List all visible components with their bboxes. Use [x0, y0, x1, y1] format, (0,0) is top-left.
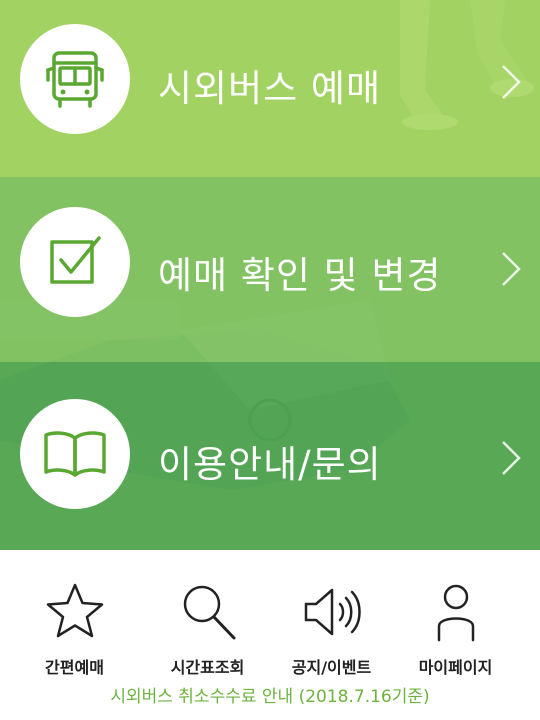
menu-label-reservation-check: 예매 확인 및 변경	[158, 254, 442, 297]
cancellation-fee-notice-link[interactable]: 시외버스 취소수수료 안내 (2018.7.16기준)	[0, 682, 540, 707]
toolbar-item-timetable[interactable]: 시간표조회	[140, 580, 275, 678]
toolbar-label: 간편예매	[45, 658, 104, 677]
person-icon	[437, 584, 474, 642]
bus-icon	[46, 51, 104, 108]
hero-menu: 시외버스 예매 예매 확인 및 변경 이용안내/문의	[0, 0, 540, 550]
toolbar-item-notice-event[interactable]: 공지/이벤트	[264, 580, 399, 678]
menu-icon-circle	[20, 24, 130, 134]
search-icon	[183, 585, 235, 640]
menu-label-guide-inquiry: 이용안내/문의	[158, 443, 382, 486]
menu-icon-circle	[20, 399, 130, 509]
menu-icon-circle	[20, 207, 130, 317]
checkbox-icon	[50, 236, 101, 284]
toolbar-label: 공지/이벤트	[291, 658, 372, 677]
star-icon	[46, 583, 103, 638]
toolbar-item-my-page[interactable]: 마이페이지	[388, 580, 523, 678]
chevron-right-icon	[502, 441, 521, 475]
menu-label-bus-reservation: 시외버스 예매	[158, 67, 382, 110]
chevron-right-icon	[502, 65, 521, 99]
menu-item-bus-reservation[interactable]: 시외버스 예매	[0, 0, 540, 177]
toolbar-label: 마이페이지	[418, 658, 493, 677]
toolbar-item-quick-reservation[interactable]: 간편예매	[7, 580, 142, 678]
toolbar-label: 시간표조회	[170, 658, 245, 677]
menu-item-reservation-check[interactable]: 예매 확인 및 변경	[0, 177, 540, 362]
chevron-right-icon	[502, 252, 521, 286]
book-icon	[44, 431, 106, 477]
bottom-toolbar: 간편예매 시간표조회 공지/이벤트 마이페이지	[0, 550, 540, 680]
speaker-icon	[304, 588, 361, 636]
menu-item-guide-inquiry[interactable]: 이용안내/문의	[0, 362, 540, 550]
